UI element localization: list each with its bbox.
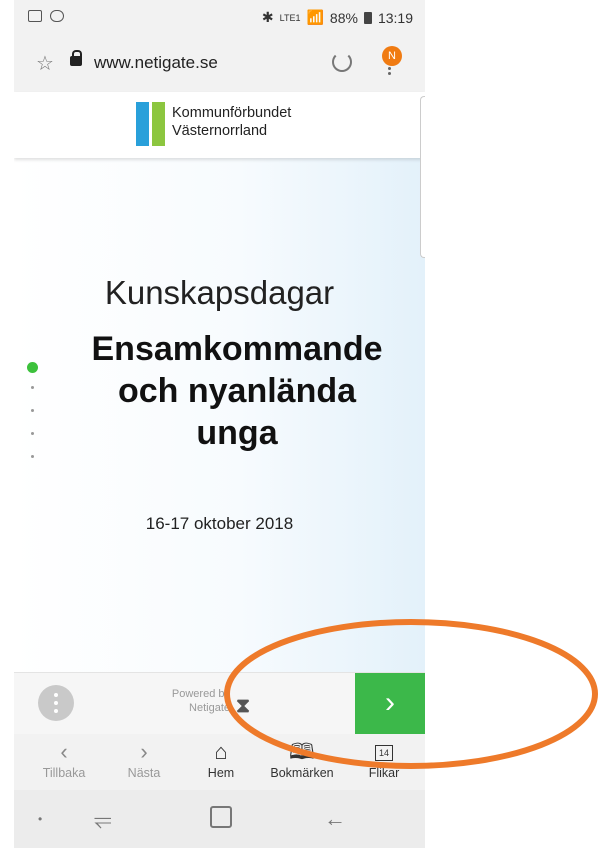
battery-percentage: 88% [329, 9, 358, 26]
profile-avatar[interactable]: N [382, 46, 402, 66]
recents-icon[interactable]: ⥫ [94, 806, 112, 832]
page-header: Kommunförbundet Västernorrland [14, 92, 425, 158]
browser-toolbar: ‹ Tillbaka › Nästa ⌂ Hem 🕮 Bokmärken 14 … [14, 734, 425, 790]
page-eyebrow: Kunskapsdagar [104, 274, 335, 311]
toolbar-home-label: Hem [207, 766, 235, 780]
chevron-right-icon: › [385, 686, 395, 719]
toolbar-home[interactable]: ⌂ Hem [181, 739, 261, 781]
toolbar-back-label: Tillbaka [42, 766, 86, 780]
logo-blue-bar [136, 102, 149, 146]
survey-footer: Powered by Netigate ⧗ › [14, 672, 425, 735]
title-line2: och nyanlända [117, 372, 357, 410]
org-logo-text: Kommunförbundet Västernorrland [172, 104, 291, 140]
system-nav-bar: • ⥫ ← [14, 790, 425, 848]
battery-icon [363, 11, 372, 24]
progress-dot[interactable] [31, 432, 34, 435]
gallery-icon [28, 10, 42, 22]
page-title: Ensamkommande och nyanlända unga [49, 328, 425, 454]
title-line3: unga [196, 414, 278, 452]
bookmark-star-icon[interactable]: ☆ [36, 51, 54, 76]
toolbar-forward-label: Nästa [127, 766, 161, 780]
more-options-icon[interactable] [388, 67, 391, 70]
home-icon: ⌂ [214, 739, 228, 764]
home-nav-icon[interactable] [210, 806, 232, 828]
url-text[interactable]: www.netigate.se [94, 53, 218, 73]
forward-icon: › [140, 739, 148, 764]
scrollbar-thumb[interactable] [420, 96, 425, 258]
lock-icon[interactable] [70, 50, 82, 66]
tabs-icon: 14 [344, 740, 424, 764]
progress-dot[interactable] [31, 455, 34, 458]
reload-icon[interactable] [332, 52, 352, 72]
powered-by: Powered by Netigate [166, 687, 230, 715]
netigate-logo-icon: ⧗ [236, 695, 251, 717]
clock: 13:19 [377, 9, 413, 26]
toolbar-bookmarks[interactable]: 🕮 Bokmärken [262, 739, 342, 781]
bluetooth-icon: ✱ [261, 9, 274, 25]
title-line1: Ensamkommande [91, 330, 383, 368]
network-label: LTE1 [279, 12, 301, 23]
toolbar-tabs-label: Flikar [368, 766, 400, 780]
powered-line2: Netigate [189, 702, 230, 714]
tabs-count: 14 [375, 745, 393, 761]
org-name-line1: Kommunförbundet [172, 105, 292, 121]
phone-screen: ✱ LTE1 📶 88% 13:19 ☆ www.netigate.se N K… [14, 0, 425, 848]
logo-green-bar [152, 102, 165, 146]
powered-line1: Powered by [171, 688, 230, 700]
survey-menu-button[interactable] [38, 685, 74, 721]
back-nav-icon[interactable]: ← [324, 806, 346, 832]
back-icon: ‹ [60, 739, 68, 764]
toolbar-forward[interactable]: › Nästa [104, 739, 184, 781]
cloud-icon [50, 10, 64, 22]
next-button[interactable]: › [355, 673, 425, 735]
progress-dot-active[interactable] [27, 362, 38, 373]
org-name-line2: Västernorrland [172, 123, 268, 139]
progress-dot[interactable] [31, 386, 34, 389]
toolbar-tabs[interactable]: 14 Flikar [344, 740, 424, 780]
bookmarks-icon: 🕮 [289, 739, 315, 764]
url-bar[interactable]: ☆ www.netigate.se N [14, 34, 425, 92]
nav-dot-icon[interactable]: • [38, 812, 42, 826]
toolbar-bookmarks-label: Bokmärken [270, 766, 334, 780]
progress-dot[interactable] [31, 409, 34, 412]
event-date: 16-17 oktober 2018 [145, 514, 294, 533]
survey-intro: Kunskapsdagar Ensamkommande och nyanländ… [14, 158, 425, 672]
signal-icon: 📶 [306, 9, 324, 25]
toolbar-back[interactable]: ‹ Tillbaka [24, 739, 104, 781]
status-bar: ✱ LTE1 📶 88% 13:19 [14, 0, 425, 34]
